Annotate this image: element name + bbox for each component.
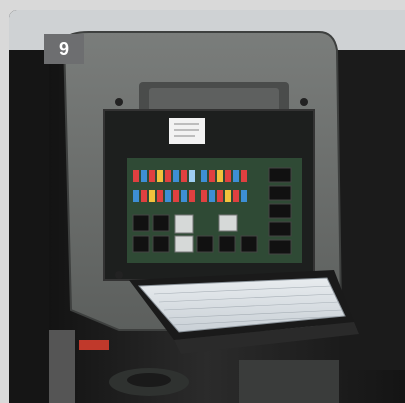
step-number-badge: 9	[44, 34, 84, 64]
fuse-panel-photo	[9, 10, 405, 403]
image-frame: 9	[0, 0, 405, 403]
fuse-panel-illustration	[9, 10, 405, 403]
